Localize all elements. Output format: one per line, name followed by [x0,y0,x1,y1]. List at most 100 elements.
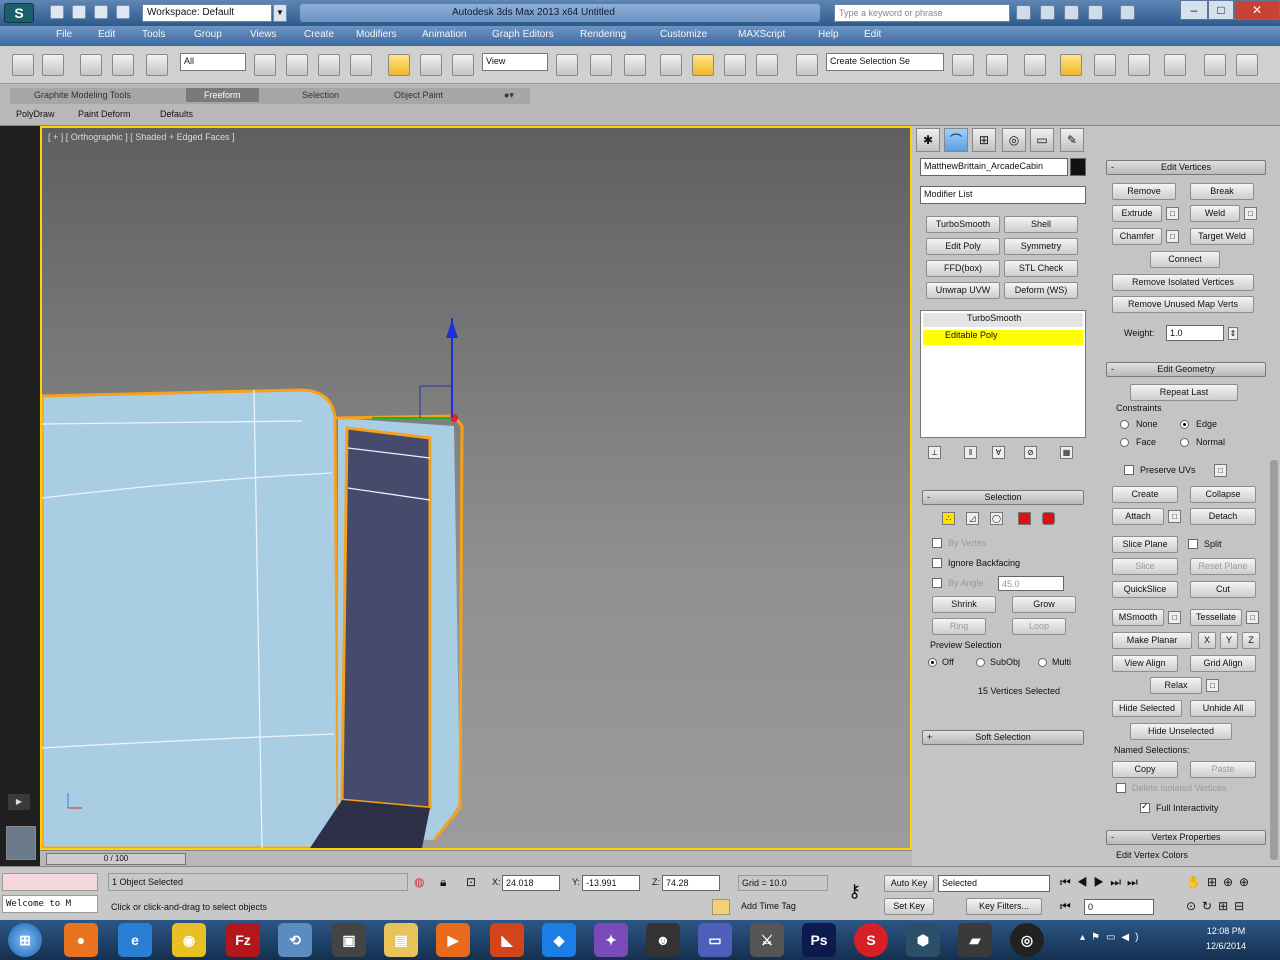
perspective-viewport[interactable]: [ + ] [ Orthographic ] [ Shaded + Edged … [40,126,912,850]
link-icon[interactable] [80,54,102,76]
connect-button[interactable]: Connect [1150,251,1220,268]
weight-spinner-arrows[interactable]: ⇕ [1228,327,1238,340]
start-button-icon[interactable]: ⊞ [8,923,42,957]
render-frame-icon[interactable] [1236,54,1258,76]
app-red-icon[interactable]: S [854,923,888,957]
select-object-icon[interactable] [254,54,276,76]
planar-y-button[interactable]: Y [1220,632,1238,649]
split-checkbox[interactable] [1188,539,1198,549]
full-interactivity-checkbox[interactable] [1140,801,1150,813]
chevron-down-icon[interactable]: ▼ [273,4,287,22]
create-button[interactable]: Create [1112,486,1178,503]
time-config-icon[interactable]: ⏮ [1060,899,1071,914]
3dsmax-taskbar-icon[interactable]: ⬢ [906,923,940,957]
tab-graphite-modeling[interactable]: Graphite Modeling Tools [34,90,131,100]
paste-button[interactable]: Paste [1190,761,1256,778]
hide-unselected-button[interactable]: Hide Unselected [1130,723,1232,740]
ribbon-options-icon[interactable]: ●▾ [504,90,514,101]
app-disc-icon[interactable]: ◎ [1010,923,1044,957]
workspace-dropdown[interactable]: Workspace: Default [142,4,272,22]
menu-file[interactable]: File [56,29,72,40]
command-panel-scrollbar[interactable] [1270,460,1278,860]
weight-spinner[interactable]: 1.0 [1166,325,1224,341]
unhide-all-button[interactable]: Unhide All [1190,700,1256,717]
constraint-face-radio[interactable] [1120,438,1129,447]
unwrap-uvw-button[interactable]: Unwrap UVW [926,282,1000,299]
render-setup-icon[interactable] [1204,54,1226,76]
planar-x-button[interactable]: X [1198,632,1216,649]
schematic-view-icon[interactable] [1128,54,1150,76]
lock-icon[interactable]: 🔒︎ [440,875,446,890]
key-filters-button[interactable]: Key Filters... [966,898,1042,915]
edit-poly-button[interactable]: Edit Poly [926,238,1000,255]
scale-icon[interactable] [452,54,474,76]
constraint-none-radio[interactable] [1120,420,1129,429]
slice-button[interactable]: Slice [1112,558,1178,575]
reset-plane-button[interactable]: Reset Plane [1190,558,1256,575]
element-mode-icon[interactable] [1042,512,1055,525]
material-editor-icon[interactable] [1164,54,1186,76]
preserve-uvs-checkbox[interactable] [1124,465,1134,475]
auto-key-button[interactable]: Auto Key [884,875,934,892]
close-icon[interactable]: ✕ [1234,0,1280,20]
minimize-icon[interactable]: – [1180,0,1208,20]
select-manipulate-icon[interactable] [590,54,612,76]
attach-list-icon[interactable]: □ [1168,510,1181,523]
media-player-icon[interactable]: ▶ [436,923,470,957]
modify-tab-icon[interactable]: ⌒ [944,128,968,152]
ribbon-defaults[interactable]: Defaults [160,109,193,119]
ffd-box-button[interactable]: FFD(box) [926,260,1000,277]
menu-customize[interactable]: Customize [660,29,707,40]
file-explorer-icon[interactable]: ▤ [384,923,418,957]
taskbar-clock[interactable]: 12:08 PM 12/6/2014 [1196,924,1256,954]
menu-edit[interactable]: Edit [98,29,115,40]
bind-spacewarp-icon[interactable] [146,54,168,76]
redo-icon[interactable] [42,54,64,76]
key-icon[interactable]: ⚷ [848,881,861,902]
menu-create[interactable]: Create [304,29,334,40]
view-align-button[interactable]: View Align [1112,655,1178,672]
ribbon-paint-deform[interactable]: Paint Deform [78,109,131,119]
dropbox-icon[interactable]: ◆ [542,923,576,957]
display-tab-icon[interactable]: ▭ [1030,128,1054,152]
remove-unused-map-verts-button[interactable]: Remove Unused Map Verts [1112,296,1254,313]
edit-geometry-rollout-header[interactable]: - Edit Geometry [1106,362,1266,377]
add-time-tag-button[interactable]: Add Time Tag [738,899,828,915]
modifier-list-dropdown[interactable]: Modifier List [920,186,1086,204]
vertex-properties-rollout-header[interactable]: - Vertex Properties [1106,830,1266,845]
time-tag-icon[interactable] [712,899,730,915]
help-search-input[interactable]: Type a keyword or phrase [834,4,1010,22]
symmetry-button[interactable]: Symmetry [1004,238,1078,255]
preview-multi-radio[interactable] [1038,658,1047,667]
delete-isolated-checkbox[interactable] [1116,783,1126,793]
app-orange-icon[interactable]: ◣ [490,923,524,957]
named-selection-dropdown[interactable]: Create Selection Se [826,53,944,71]
help-icon[interactable] [1120,5,1135,20]
hide-selected-button[interactable]: Hide Selected [1112,700,1182,717]
shrink-button[interactable]: Shrink [932,596,996,613]
z-coordinate-field[interactable]: 74.28 [662,875,720,891]
collapse-button[interactable]: Collapse [1190,486,1256,503]
chamfer-settings-icon[interactable]: □ [1166,230,1179,243]
internet-explorer-icon[interactable]: e [118,923,152,957]
rotate-icon[interactable] [420,54,442,76]
msmooth-button[interactable]: MSmooth [1112,609,1164,626]
edit-named-selection-icon[interactable] [796,54,818,76]
star-icon[interactable] [1088,5,1103,20]
utilities-tab-icon[interactable]: ✎ [1060,128,1084,152]
viewport-navigation-icons-2[interactable]: ⊙↻⊞⊟ [1186,899,1250,913]
attach-button[interactable]: Attach [1112,508,1164,525]
ribbon-polydraw[interactable]: PolyDraw [16,109,55,119]
app-menu-icon[interactable]: S [4,3,34,23]
app-avatar-icon[interactable]: ☻ [646,923,680,957]
set-key-button[interactable]: Set Key [884,898,934,915]
ring-button[interactable]: Ring [932,618,986,635]
rectangular-selection-icon[interactable] [318,54,340,76]
app-figure-icon[interactable]: ⚔ [750,923,784,957]
grid-align-button[interactable]: Grid Align [1190,655,1256,672]
create-tab-icon[interactable]: ✱ [916,128,940,152]
extrude-settings-icon[interactable]: □ [1166,207,1179,220]
planar-z-button[interactable]: Z [1242,632,1260,649]
menu-group[interactable]: Group [194,29,222,40]
weld-settings-icon[interactable]: □ [1244,207,1257,220]
